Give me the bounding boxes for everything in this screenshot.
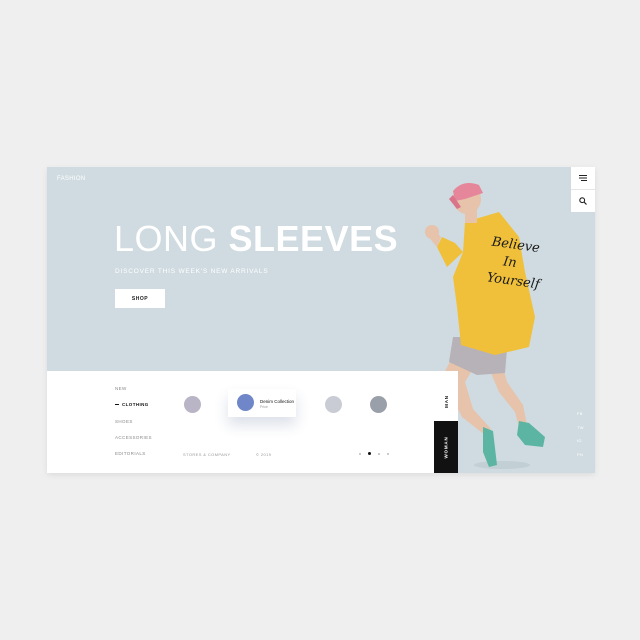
hero-title-light: LONG	[114, 218, 219, 259]
copyright-text: © 2019	[256, 452, 272, 457]
pagination-dot[interactable]	[378, 452, 380, 455]
nav-item-shoes[interactable]: SHOES	[115, 419, 133, 424]
menu-icon	[579, 175, 587, 181]
menu-button[interactable]	[571, 167, 595, 190]
nav-item-editorials[interactable]: EDITORIALS	[115, 451, 146, 456]
tab-man-label: MAN	[443, 394, 449, 408]
social-link-tw[interactable]: TW	[577, 421, 584, 435]
social-link-ig[interactable]: IG	[577, 434, 584, 448]
hero-title-bold: SLEEVES	[228, 218, 399, 259]
collection-avatar	[237, 394, 254, 411]
collection-panel: NEW CLOTHING SHOES ACCESSORIES EDITORIAL…	[47, 371, 458, 473]
collection-card[interactable]: Denim Collection Price	[228, 389, 296, 417]
hero-frame: FASHION LONG SLEEVES DISCOVER THIS WEEK'…	[47, 167, 595, 473]
company-text: STORES & COMPANY	[183, 452, 231, 457]
brand-logo[interactable]: FASHION	[57, 176, 85, 182]
collection-avatar[interactable]	[325, 396, 342, 413]
nav-item-accessories[interactable]: ACCESSORIES	[115, 435, 152, 440]
social-link-pn[interactable]: PN	[577, 448, 584, 462]
social-link-fb[interactable]: FB	[577, 407, 584, 421]
collection-avatar[interactable]	[370, 396, 387, 413]
card-subtitle: Price	[260, 405, 268, 409]
collection-avatar[interactable]	[184, 396, 201, 413]
pagination-dot[interactable]	[387, 452, 389, 455]
nav-item-new[interactable]: NEW	[115, 386, 127, 391]
active-indicator	[115, 404, 119, 406]
pagination-dot-active[interactable]	[368, 452, 371, 455]
search-icon	[579, 197, 587, 205]
search-button[interactable]	[571, 190, 595, 212]
script-text: Believe In Yourself	[486, 234, 546, 295]
hero-subtitle: DISCOVER THIS WEEK'S NEW ARRIVALS	[115, 268, 269, 275]
tab-woman-label: WOMAN	[443, 436, 449, 458]
tab-woman[interactable]: WOMAN	[434, 421, 458, 473]
nav-item-label: CLOTHING	[122, 402, 149, 407]
pagination	[359, 452, 389, 455]
social-links: FB TW IG PN	[577, 407, 584, 461]
shop-button[interactable]: SHOP	[115, 289, 165, 308]
card-title: Denim Collection	[260, 399, 295, 404]
hero-title: LONG SLEEVES	[114, 221, 398, 257]
nav-item-clothing[interactable]: CLOTHING	[115, 402, 149, 407]
pagination-dot[interactable]	[359, 452, 361, 455]
